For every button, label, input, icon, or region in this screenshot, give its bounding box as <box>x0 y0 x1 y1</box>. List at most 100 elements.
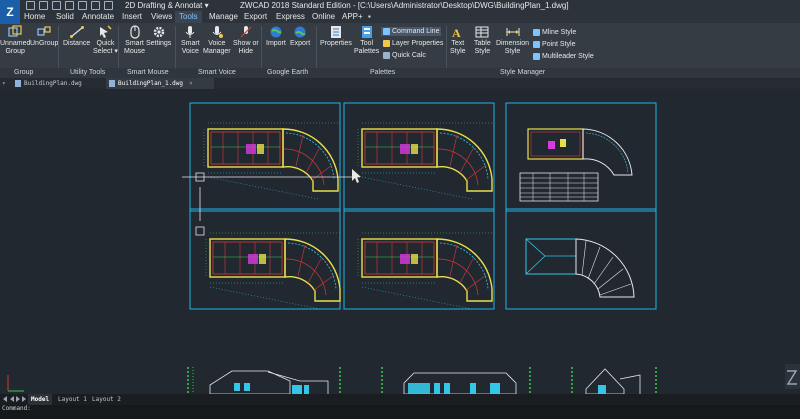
tab-export[interactable]: Export <box>240 11 271 23</box>
dwg-file-icon <box>15 80 21 87</box>
last-layout-icon[interactable] <box>22 396 26 402</box>
viewport-frame-2[interactable] <box>343 102 495 212</box>
elevation-drawing-1[interactable] <box>187 367 341 394</box>
import-button[interactable]: Import <box>266 25 286 48</box>
save-as-icon[interactable] <box>65 1 74 10</box>
properties-icon <box>330 26 341 38</box>
group-label-palettes: Palettes <box>370 69 396 76</box>
tab-views[interactable]: Views <box>147 11 176 23</box>
viewport-frame-5[interactable] <box>343 208 495 310</box>
open-file-icon[interactable] <box>39 1 48 10</box>
drawing-area-svg[interactable] <box>0 89 800 394</box>
floor-plan-3[interactable] <box>205 232 341 310</box>
mline-style-icon <box>533 28 540 36</box>
mline-style-label: Mline Style <box>542 29 577 36</box>
command-line[interactable]: Command: <box>0 405 800 419</box>
elevation-drawing-2[interactable] <box>381 367 531 394</box>
first-layout-icon[interactable] <box>3 396 7 402</box>
new-file-icon[interactable] <box>26 1 35 10</box>
ungroup-button[interactable]: UnGroup <box>30 25 58 48</box>
smart-mouse-settings-button[interactable]: Settings <box>146 25 171 48</box>
dimension-style-label-top: Dimension <box>496 40 530 47</box>
export-button[interactable]: Export <box>290 25 310 48</box>
tab-menu-arrow-icon[interactable]: ▾ <box>2 78 6 89</box>
command-prompt[interactable]: Command: <box>0 405 800 412</box>
floor-plan-1[interactable] <box>203 122 339 200</box>
doc-tab[interactable]: BuildingPlan.dwg <box>12 78 104 89</box>
group-label-utility-tools: Utility Tools <box>70 69 106 76</box>
elevation-drawing-3[interactable] <box>571 367 657 394</box>
multileader-style-button[interactable]: Multileader Style <box>533 52 594 61</box>
smart-mouse-label-bottom: Mouse <box>124 48 146 55</box>
plan-with-schedule-table[interactable] <box>519 128 633 202</box>
voice-manager-icon <box>212 26 223 38</box>
corner-watermark <box>785 364 800 389</box>
command-line-label: Command Line <box>392 28 440 35</box>
unnamed-group-button[interactable]: Unnamed Group <box>0 25 30 56</box>
doc-tab-active[interactable]: BuildingPlan_1.dwg × <box>106 78 214 89</box>
tab-express[interactable]: Express <box>272 11 309 23</box>
quick-calc-label: Quick Calc <box>392 52 426 59</box>
quick-select-label-bottom: Select ▾ <box>93 48 118 55</box>
layer-properties-label: Layer Properties <box>392 40 444 47</box>
dimension-style-button[interactable]: Dimension Style <box>496 25 529 56</box>
tab-model[interactable]: Model <box>28 394 53 405</box>
group-label-group: Group <box>14 69 34 76</box>
doc-tab-label: BuildingPlan_1.dwg <box>118 80 184 87</box>
roof-plan[interactable] <box>525 238 635 298</box>
tab-home[interactable]: Home <box>20 11 49 23</box>
table-style-label-top: Table <box>474 40 491 47</box>
viewport-frame-1[interactable] <box>189 102 341 212</box>
title-bar: Z 2D Drafting & Annotat ▾ ZWCAD 2018 Sta… <box>0 0 800 24</box>
tab-app-plus[interactable]: APP+ <box>338 11 367 23</box>
workspace-dropdown[interactable]: 2D Drafting & Annotat ▾ <box>125 0 209 11</box>
text-style-button[interactable]: A Text Style <box>450 25 466 56</box>
export-label: Export <box>290 40 311 47</box>
drawing-canvas[interactable] <box>0 89 800 394</box>
tab-insert[interactable]: Insert <box>118 11 146 23</box>
smart-mouse-label-top: Smart <box>125 40 144 47</box>
tab-tools[interactable]: Tools <box>175 11 202 23</box>
group-label-smart-mouse: Smart Mouse <box>127 69 169 76</box>
layout-tabs: Model Layout 1 Layout 2 <box>0 394 800 405</box>
tool-palettes-button[interactable]: Tool Palettes <box>354 25 379 56</box>
app-logo[interactable]: Z <box>0 0 20 24</box>
tab-manage[interactable]: Manage <box>205 11 242 23</box>
prev-layout-icon[interactable] <box>10 396 14 402</box>
next-layout-icon[interactable] <box>16 396 20 402</box>
distance-button[interactable]: Distance <box>63 25 90 48</box>
point-style-label: Point Style <box>542 41 576 48</box>
tool-palettes-label-bottom: Palettes <box>354 48 380 55</box>
voice-manager-button[interactable]: Voice Manager <box>203 25 231 56</box>
ribbon-minimize-button[interactable]: ▪ <box>364 11 375 23</box>
mline-style-button[interactable]: Mline Style <box>533 28 576 37</box>
floor-plan-4[interactable] <box>357 232 493 310</box>
quick-select-button[interactable]: Quick Select ▾ <box>93 25 118 56</box>
close-tab-icon[interactable]: × <box>189 80 193 87</box>
group-label-google-earth: Google Earth <box>267 69 309 76</box>
print-icon[interactable] <box>78 1 87 10</box>
show-hide-button[interactable]: Show or Hide <box>233 25 259 56</box>
text-style-label-bottom: Style <box>450 48 466 55</box>
tab-layout-1[interactable]: Layout 1 <box>55 394 90 405</box>
undo-icon[interactable] <box>91 1 100 10</box>
smart-voice-button[interactable]: Smart Voice <box>181 25 200 56</box>
text-style-icon: A <box>452 26 461 39</box>
table-style-button[interactable]: Table Style <box>474 25 491 56</box>
command-line-toggle[interactable]: Command Line <box>381 27 442 36</box>
smart-mouse-button[interactable]: Smart Mouse <box>124 25 145 56</box>
save-icon[interactable] <box>52 1 61 10</box>
tab-online[interactable]: Online <box>308 11 339 23</box>
ucs-icon <box>7 375 24 392</box>
quick-calc-button[interactable]: Quick Calc <box>383 51 426 60</box>
redo-icon[interactable] <box>104 1 113 10</box>
ungroup-icon <box>37 26 51 36</box>
tab-annotate[interactable]: Annotate <box>78 11 118 23</box>
distance-icon <box>69 26 84 38</box>
point-style-button[interactable]: Point Style <box>533 40 575 49</box>
tab-solid[interactable]: Solid <box>52 11 78 23</box>
properties-button[interactable]: Properties <box>320 25 352 48</box>
layer-properties-button[interactable]: Layer Properties <box>383 39 443 48</box>
floor-plan-2[interactable] <box>357 122 493 200</box>
tab-layout-2[interactable]: Layout 2 <box>89 394 124 405</box>
